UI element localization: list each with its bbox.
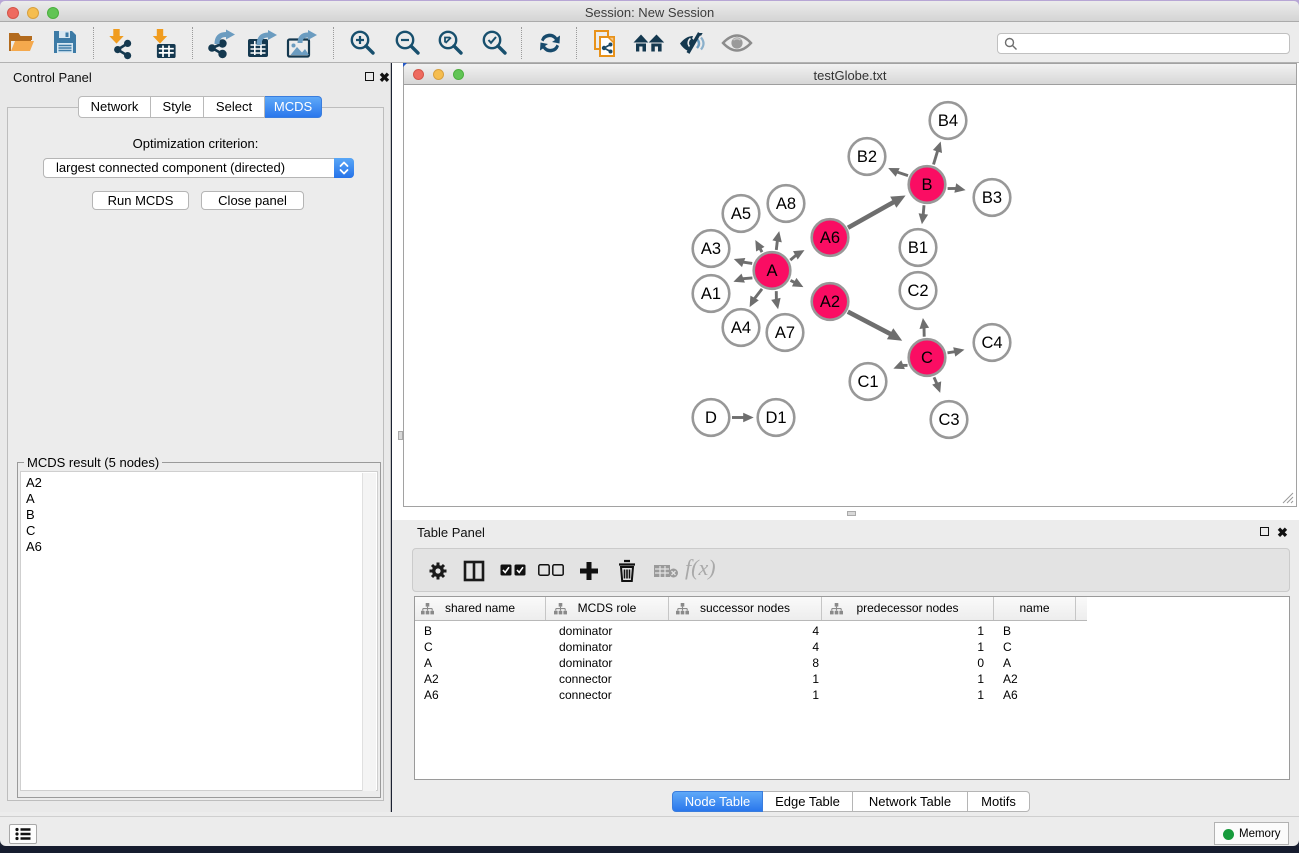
svg-text:C4: C4: [981, 334, 1002, 352]
svg-text:B: B: [921, 176, 932, 194]
svg-text:C3: C3: [938, 411, 959, 429]
svg-text:B3: B3: [982, 189, 1002, 207]
svg-text:C2: C2: [907, 282, 928, 300]
svg-text:B2: B2: [857, 148, 877, 166]
svg-text:A8: A8: [776, 195, 796, 213]
svg-text:A2: A2: [820, 293, 840, 311]
svg-text:C1: C1: [857, 373, 878, 391]
svg-text:A5: A5: [731, 205, 751, 223]
svg-text:B1: B1: [908, 239, 928, 257]
svg-text:A: A: [766, 262, 777, 280]
svg-text:D1: D1: [765, 409, 786, 427]
svg-text:B4: B4: [938, 112, 958, 130]
svg-text:D: D: [705, 409, 717, 427]
svg-text:A1: A1: [701, 285, 721, 303]
svg-text:A4: A4: [731, 319, 751, 337]
svg-text:A6: A6: [820, 229, 840, 247]
svg-text:A3: A3: [701, 240, 721, 258]
svg-text:C: C: [921, 349, 933, 367]
svg-text:A7: A7: [775, 324, 795, 342]
